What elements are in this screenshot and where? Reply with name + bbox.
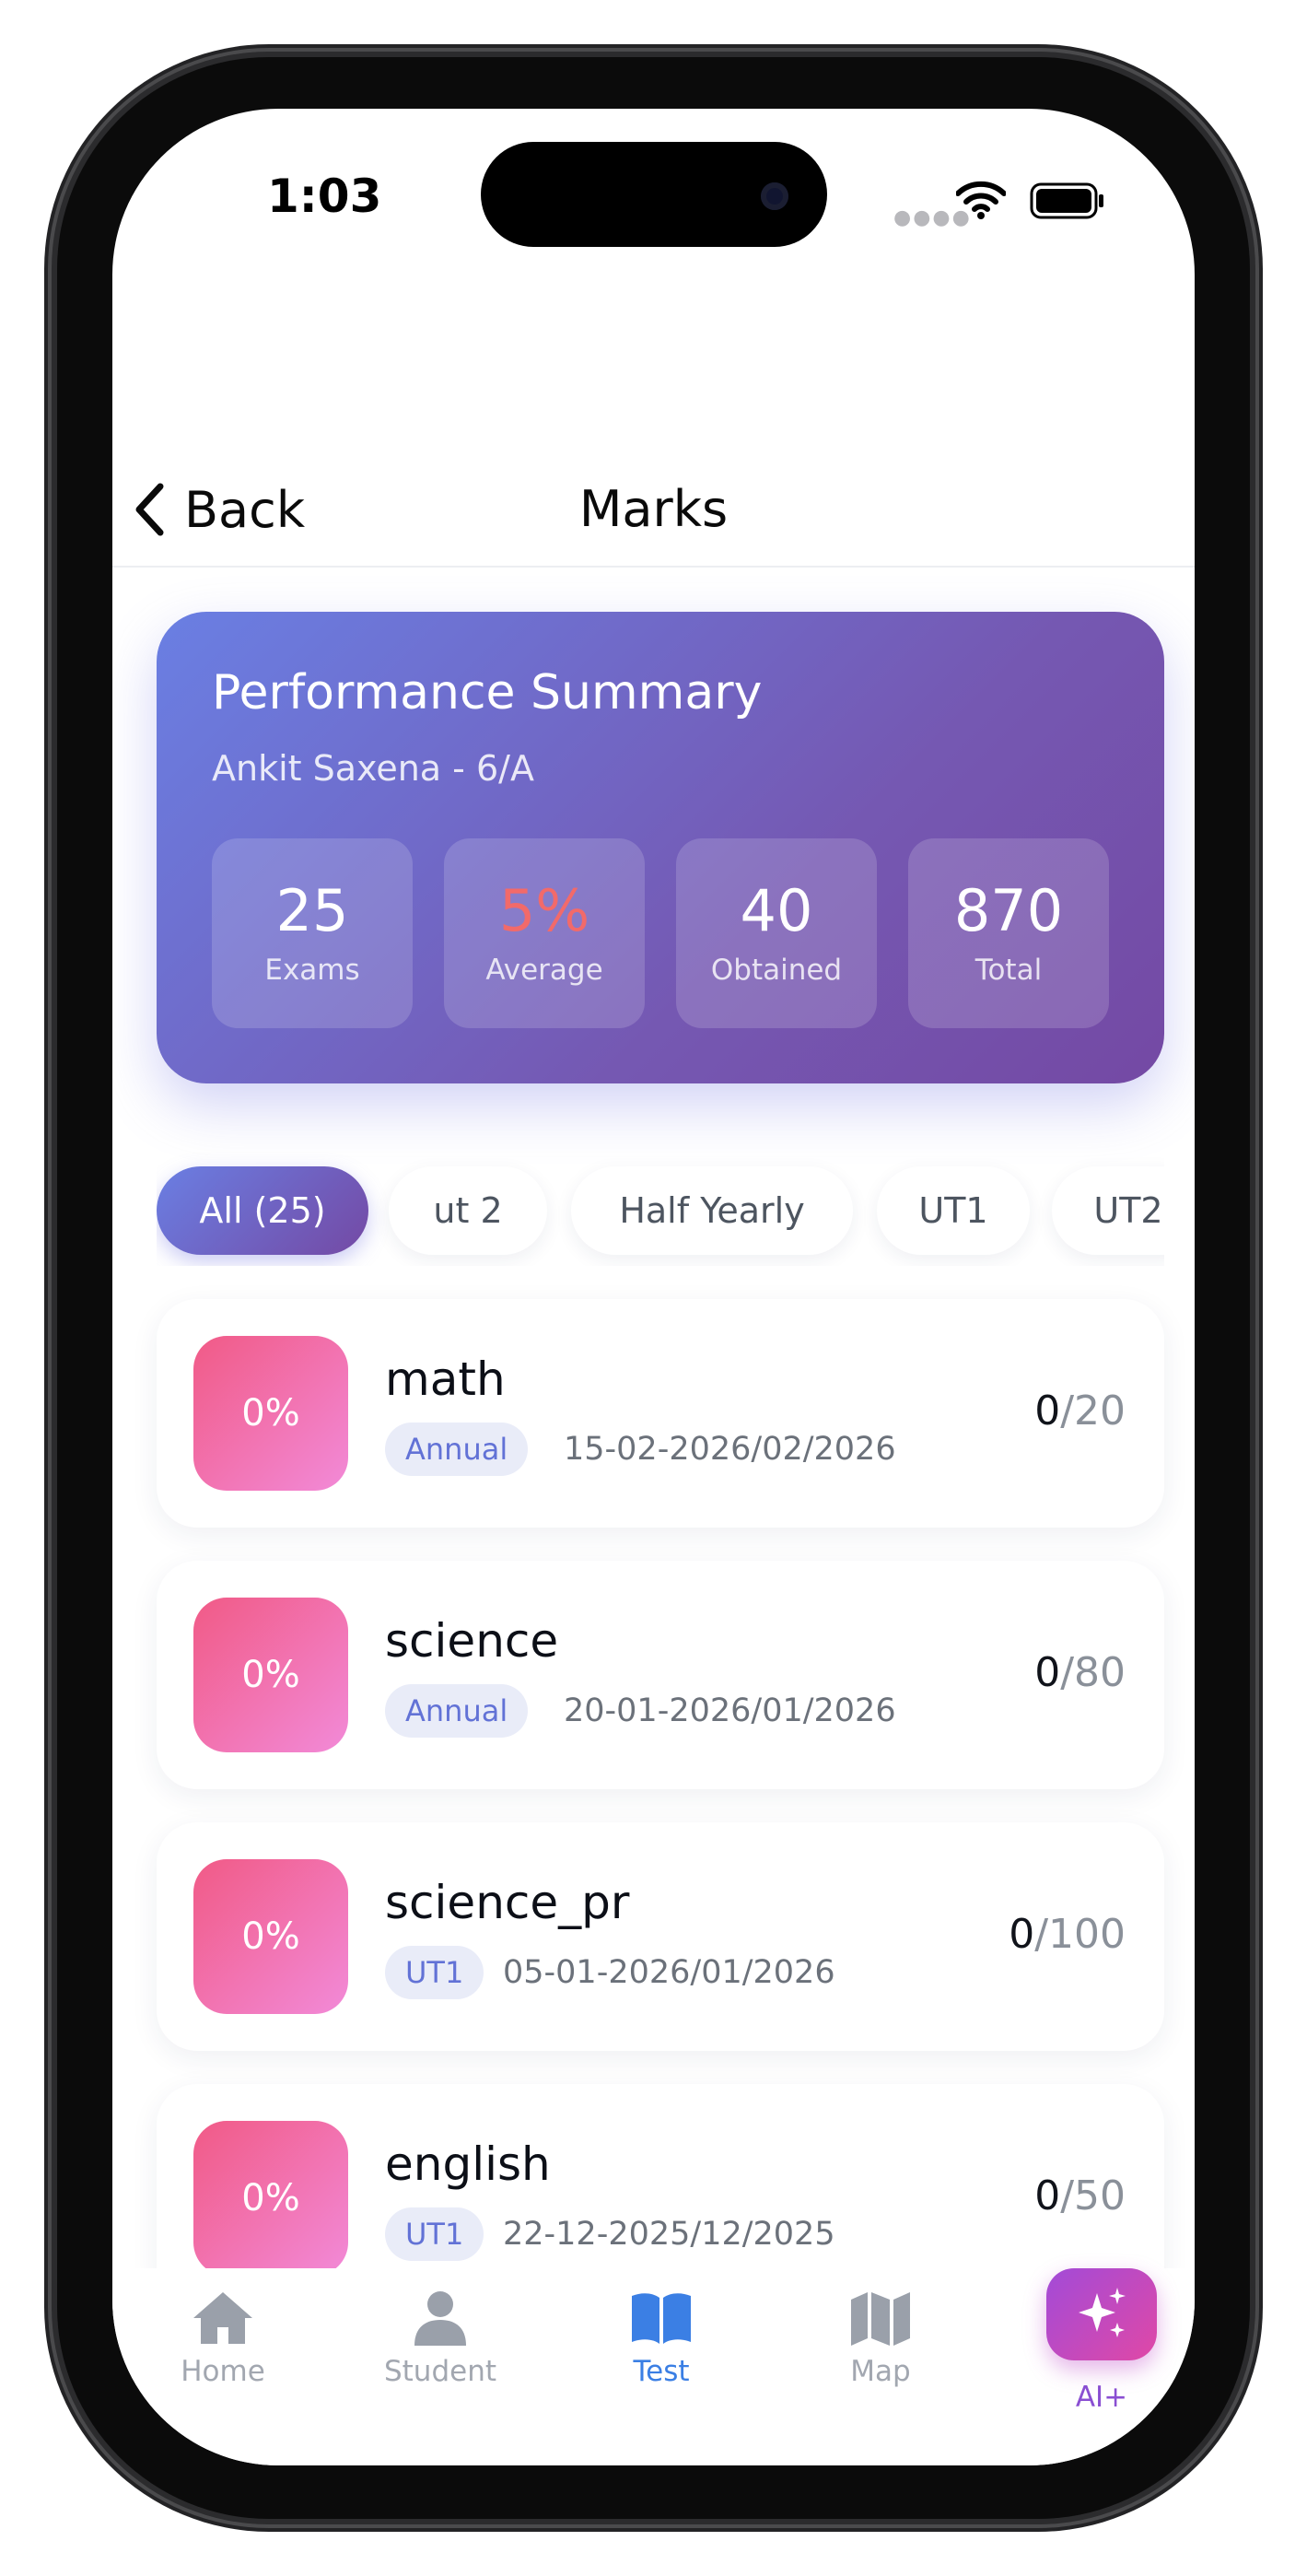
phone-screen: 1:03 ●●●● Marks Back Performance Summary… [112, 109, 1195, 2465]
wifi-icon [956, 181, 1006, 219]
filter-chip-ut1[interactable]: UT1 [877, 1166, 1030, 1255]
nav-ai-plus[interactable]: AI+ [1019, 2268, 1184, 2414]
score-obtained: 0 [1009, 1911, 1035, 1958]
stat-average: 5% Average [444, 838, 645, 1028]
score: 0/20 [1034, 1384, 1126, 1439]
stat-exams: 25 Exams [212, 838, 413, 1028]
back-label: Back [184, 480, 306, 539]
filter-chip-half-yearly[interactable]: Half Yearly [571, 1166, 853, 1255]
exam-tag: Annual [385, 1423, 529, 1476]
nav-label: Home [181, 2355, 265, 2388]
nav-label: AI+ [1075, 2381, 1128, 2414]
nav-map[interactable]: Map [798, 2289, 963, 2388]
nav-label: Test [633, 2355, 690, 2388]
marks-card-science[interactable]: 0% science Annual 20-01-2026/01/2026 0/8… [157, 1561, 1164, 1789]
front-camera [761, 182, 788, 210]
subject-name: english [385, 2137, 551, 2191]
marks-card-science-pr[interactable]: 0% science_pr UT1 05-01-2026/01/2026 0/1… [157, 1822, 1164, 2051]
sparkles-icon [1079, 2288, 1126, 2337]
volume-up-button [46, 737, 57, 921]
stat-label: Average [485, 954, 603, 988]
percent-badge: 0% [193, 2121, 348, 2276]
score-obtained: 0 [1034, 1649, 1061, 1696]
score-obtained: 0 [1034, 1388, 1061, 1434]
exam-date: 22-12-2025/12/2025 [503, 2216, 835, 2253]
summary-student: Ankit Saxena - 6/A [212, 748, 534, 789]
score: 0/50 [1034, 2169, 1126, 2224]
battery-icon [1030, 182, 1103, 219]
ai-button[interactable] [1046, 2268, 1157, 2360]
power-button [1250, 802, 1261, 1096]
stat-label: Total [974, 954, 1043, 988]
stat-value: 40 [740, 876, 813, 944]
nav-test[interactable]: Test [578, 2289, 744, 2388]
bottom-navigation: Home Student Test Map AI+ [112, 2268, 1195, 2465]
exam-tag: UT1 [385, 1946, 484, 1999]
subject-name: science_pr [385, 1876, 630, 1929]
stat-obtained: 40 Obtained [676, 838, 877, 1028]
person-icon [414, 2291, 466, 2346]
score-obtained: 0 [1034, 2172, 1061, 2219]
subject-name: science [385, 1614, 559, 1668]
nav-label: Map [850, 2355, 911, 2388]
header-divider [112, 566, 1195, 568]
nav-home[interactable]: Home [140, 2289, 306, 2388]
exam-tag: Annual [385, 1684, 529, 1738]
stat-total: 870 Total [908, 838, 1109, 1028]
score-total: /50 [1060, 2172, 1126, 2219]
exam-date: 20-01-2026/01/2026 [564, 1692, 896, 1729]
score: 0/80 [1034, 1645, 1126, 1701]
stat-value: 5% [498, 876, 590, 944]
stat-label: Obtained [710, 954, 843, 988]
score-total: /20 [1060, 1388, 1126, 1434]
exam-filter-bar[interactable]: All (25) ut 2 Half Yearly UT1 UT2 [157, 1152, 1164, 1266]
score-total: /100 [1034, 1911, 1126, 1958]
percent-badge: 0% [193, 1336, 348, 1491]
marks-card-math[interactable]: 0% math Annual 15-02-2026/02/2026 0/20 [157, 1299, 1164, 1528]
open-book-icon [632, 2293, 691, 2344]
filter-chip-all[interactable]: All (25) [157, 1166, 368, 1255]
mute-switch [46, 558, 57, 650]
summary-title: Performance Summary [212, 665, 763, 720]
stat-label: Exams [264, 954, 360, 988]
performance-summary-card: Performance Summary Ankit Saxena - 6/A 2… [157, 612, 1164, 1083]
subject-name: math [385, 1352, 506, 1406]
volume-down-button [46, 971, 57, 1155]
status-time: 1:03 [267, 170, 382, 223]
percent-badge: 0% [193, 1598, 348, 1752]
filter-chip-ut2[interactable]: UT2 [1052, 1166, 1164, 1255]
nav-student[interactable]: Student [357, 2289, 523, 2388]
score-total: /80 [1060, 1649, 1126, 1696]
home-icon [193, 2292, 252, 2344]
percent-badge: 0% [193, 1859, 348, 2014]
stat-value: 25 [275, 876, 349, 944]
score: 0/100 [1009, 1907, 1126, 1962]
stat-value: 870 [953, 876, 1064, 944]
exam-tag: UT1 [385, 2207, 484, 2261]
filter-chip-ut-2[interactable]: ut 2 [389, 1166, 547, 1255]
map-icon [851, 2292, 910, 2346]
exam-date: 15-02-2026/02/2026 [564, 1431, 896, 1468]
nav-label: Student [383, 2355, 497, 2388]
exam-date: 05-01-2026/01/2026 [503, 1954, 835, 1991]
chevron-left-icon [135, 483, 164, 536]
back-button[interactable]: Back [133, 477, 305, 542]
